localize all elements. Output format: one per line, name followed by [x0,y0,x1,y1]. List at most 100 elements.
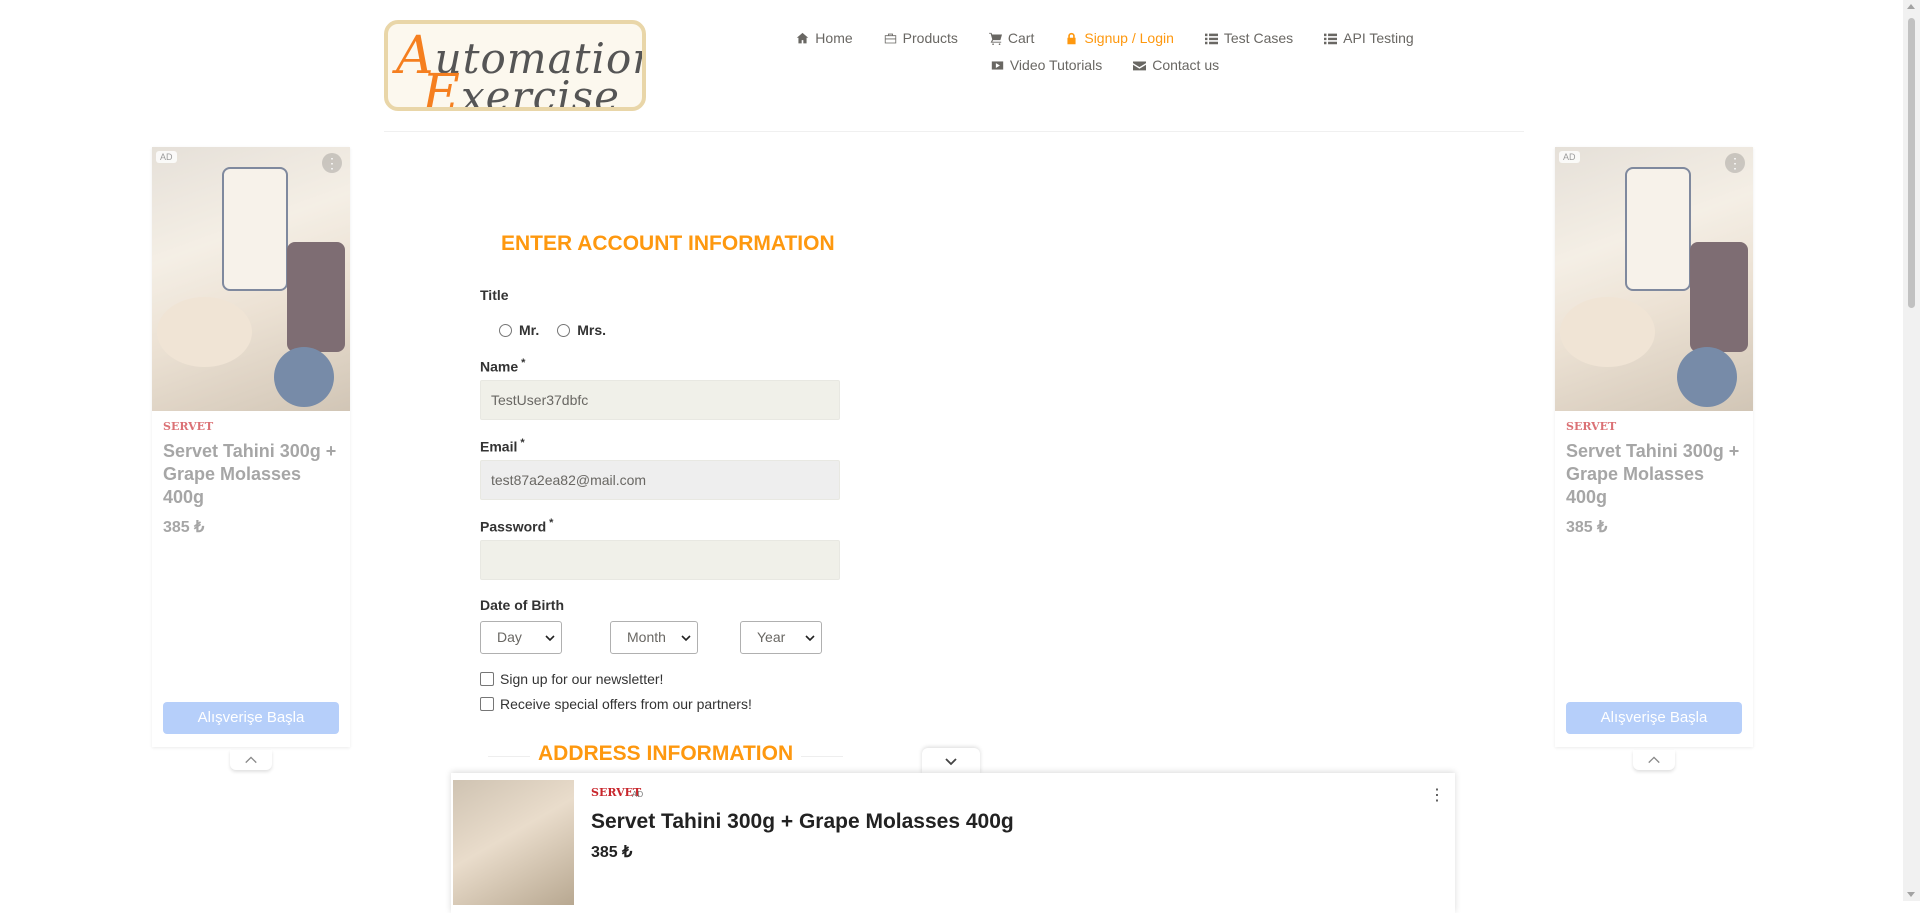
products-icon [884,33,896,43]
ad-collapse-button[interactable] [1633,750,1675,770]
ad-jar-molasses [287,242,345,352]
chevron-down-icon [805,635,815,642]
bottom-ad-title[interactable]: Servet Tahini 300g + Grape Molasses 400g [591,810,1014,834]
offers-label: Receive special offers from our partners… [500,696,752,712]
required-mark: * [520,437,525,449]
ad-lid [1677,347,1737,407]
youtube-icon [991,60,1004,70]
ad-price: 385 ₺ [163,519,205,536]
right-side-ad[interactable]: AD ⋮ SERVET Servet Tahini 300g + Grape M… [1555,147,1753,770]
dob-year-select[interactable]: Year [740,621,822,654]
nav-row-2: Video Tutorials Contact us [780,57,1430,73]
header-divider [384,131,1524,132]
newsletter-checkbox[interactable] [480,672,494,686]
ad-options-icon[interactable]: ⋮ [1725,153,1745,173]
offers-checkbox[interactable] [480,697,494,711]
password-label-text: Password [480,518,547,535]
ad-shop-button[interactable]: Alışverişe Başla [1566,702,1742,734]
name-input[interactable]: TestUser37dbfc [480,380,840,420]
bottom-ad-price: 385 ₺ [591,844,633,861]
required-mark: * [549,517,554,529]
list-icon [1204,33,1218,44]
nav-api-testing-label: API Testing [1343,30,1414,46]
ad-shop-button[interactable]: Alışverişe Başla [163,702,339,734]
scrollbar-thumb[interactable] [1908,18,1915,308]
name-label-text: Name [480,358,519,375]
title-mr-radio[interactable] [499,323,512,337]
chevron-up-icon [245,756,257,764]
chevron-down-icon [945,758,957,766]
ad-brand-logo: SERVET [163,420,214,433]
nav-signup-login[interactable]: Signup / Login [1065,30,1174,46]
dob-label: Date of Birth [480,597,564,613]
dob-day-select[interactable]: Day [480,621,562,654]
ad-title[interactable]: Servet Tahini 300g + Grape Molasses 400g [1566,440,1746,509]
title-mr-label: Mr. [519,322,540,338]
password-label: Password * [480,517,553,535]
newsletter-option[interactable]: Sign up for our newsletter! [480,671,663,687]
ad-price: 385 ₺ [1566,519,1608,536]
title-label: Title [480,287,509,303]
ad-jar-molasses [1690,242,1748,352]
offers-option[interactable]: Receive special offers from our partners… [480,696,752,712]
scroll-down-icon[interactable] [1907,892,1915,897]
required-mark: * [521,357,526,369]
ad-badge: AD [156,151,177,163]
email-input[interactable]: test87a2ea82@mail.com [480,460,840,500]
address-info-title: ADDRESS INFORMATION [487,742,844,765]
bottom-banner-ad[interactable]: SERVET AD Servet Tahini 300g + Grape Mol… [451,773,1455,913]
bottom-ad-toggle[interactable] [922,748,980,774]
ad-product-image[interactable]: AD ⋮ [1555,147,1753,411]
ad-product-image[interactable]: AD ⋮ [152,147,350,411]
main-nav: Home Products Cart Signup / Login Test C… [780,30,1430,84]
password-input[interactable] [480,540,840,580]
bottom-ad-options-icon[interactable]: ⋮ [1429,785,1445,805]
nav-row-1: Home Products Cart Signup / Login Test C… [780,30,1430,46]
nav-video-tutorials[interactable]: Video Tutorials [991,57,1102,73]
bottom-ad-image[interactable] [453,780,574,905]
chevron-up-icon [1648,756,1660,764]
left-side-ad[interactable]: AD ⋮ SERVET Servet Tahini 300g + Grape M… [152,147,350,770]
list-icon [1324,33,1338,44]
envelope-icon [1133,60,1147,70]
ad-lid [274,347,334,407]
nav-api-testing[interactable]: API Testing [1324,30,1414,46]
title-mrs-label: Mrs. [577,322,607,338]
title-mrs-option[interactable]: Mrs. [557,322,606,338]
nav-cart[interactable]: Cart [988,30,1034,46]
ad-bowl [157,297,252,367]
chevron-down-icon [681,635,691,642]
nav-test-cases[interactable]: Test Cases [1204,30,1294,46]
lock-icon [1067,32,1076,44]
dob-month-value: Month [627,629,666,645]
ad-options-icon[interactable]: ⋮ [322,153,342,173]
nav-video-tutorials-label: Video Tutorials [1009,57,1103,73]
email-label-text: Email [480,438,518,455]
nav-products[interactable]: Products [884,30,958,46]
ad-brand-logo: SERVET [1566,420,1617,433]
ad-jar-tahini [222,167,288,291]
ad-title[interactable]: Servet Tahini 300g + Grape Molasses 400g [163,440,343,509]
bottom-ad-badge: AD [632,790,644,799]
title-radio-group: Mr. Mrs. [499,322,606,338]
nav-contact-us[interactable]: Contact us [1133,57,1219,73]
nav-signup-login-label: Signup / Login [1084,30,1174,46]
title-mr-option[interactable]: Mr. [499,322,539,338]
nav-contact-us-label: Contact us [1152,57,1220,73]
nav-test-cases-label: Test Cases [1223,30,1294,46]
nav-home[interactable]: Home [796,30,853,46]
home-icon [797,32,809,43]
scroll-up-icon[interactable] [1907,4,1915,9]
ad-jar-tahini [1625,167,1691,291]
dob-year-value: Year [757,629,786,645]
ad-bowl [1560,297,1655,367]
name-label: Name * [480,357,525,375]
page-scrollbar[interactable] [1903,0,1920,901]
title-mrs-radio[interactable] [557,323,571,337]
ad-collapse-button[interactable] [230,750,272,770]
nav-home-label: Home [815,30,853,46]
site-logo[interactable]: Automation Exercise [384,20,646,111]
logo-line2-rest: xercise [460,72,620,111]
dob-month-select[interactable]: Month [610,621,698,654]
cart-icon [988,32,1002,45]
